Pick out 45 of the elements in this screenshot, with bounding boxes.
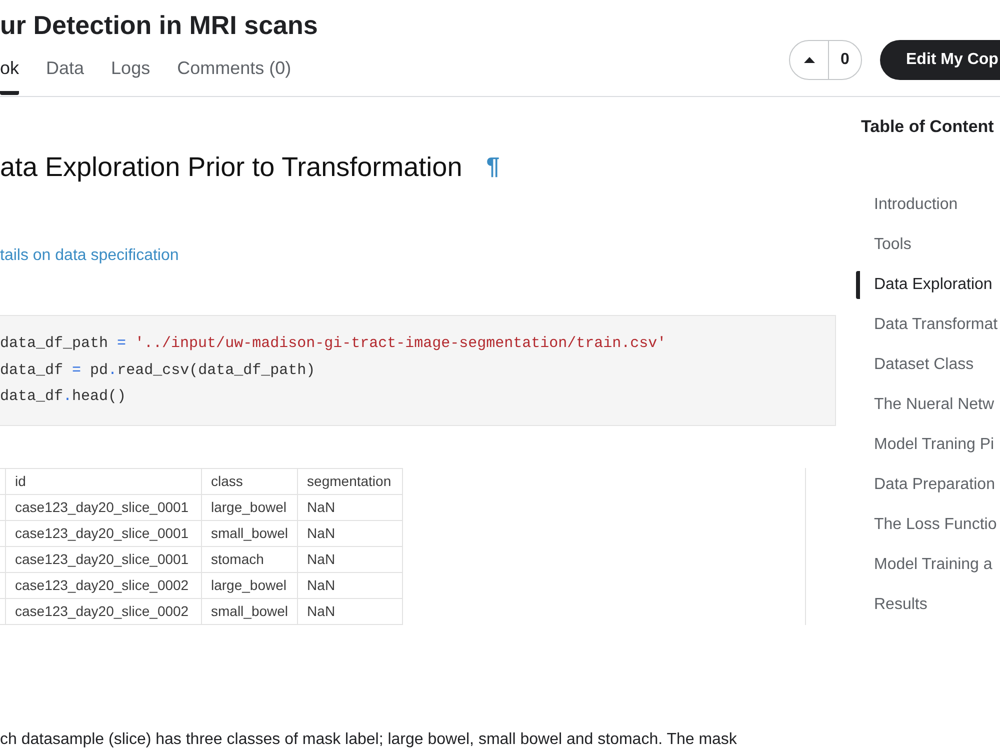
table-cell: case123_day20_slice_0001 <box>6 494 202 520</box>
toc-item[interactable]: Data Exploration <box>856 271 1000 299</box>
table-cell: NaN <box>298 572 403 598</box>
table-cell: NaN <box>298 598 403 624</box>
tab[interactable]: Data <box>46 56 84 95</box>
anchor-link[interactable]: ¶ <box>486 152 500 182</box>
toc-item[interactable]: Model Training a <box>856 551 1000 579</box>
table-cell: small_bowel <box>202 598 298 624</box>
toc-item[interactable]: Results <box>856 591 1000 619</box>
triangle-up-icon <box>804 57 814 63</box>
section-heading: ata Exploration Prior to Transformation <box>0 151 462 184</box>
spec-link[interactable]: tails on data specification <box>0 246 179 266</box>
table-cell: case123_day20_slice_0001 <box>6 520 202 546</box>
code-line: data_df.head() <box>0 387 128 407</box>
tab[interactable]: Comments (0) <box>177 56 292 95</box>
table-cell: case123_day20_slice_0002 <box>6 598 202 624</box>
tab[interactable]: Logs <box>111 56 150 95</box>
toc-item[interactable]: Introduction <box>856 191 1000 219</box>
code-line: data_df = pd.read_csv(data_df_path) <box>0 360 316 380</box>
code-line: data_df_path = '../input/uw-madison-gi-tract-image-segmentation/train.csv' <box>0 334 668 354</box>
toc-item[interactable]: Model Traning Pi <box>856 431 1000 459</box>
edit-copy-button[interactable]: Edit My Cop <box>880 40 1000 80</box>
table-cell: NaN <box>298 494 403 520</box>
table-cell: NaN <box>298 546 403 572</box>
toc-item[interactable]: Data Preparation <box>856 471 1000 499</box>
table-cell: large_bowel <box>202 494 298 520</box>
toc-item[interactable]: Tools <box>856 231 1000 259</box>
column-header: class <box>202 468 298 494</box>
toc-title: Table of Content <box>861 116 995 138</box>
table-cell: stomach <box>202 546 298 572</box>
column-header: id <box>6 468 202 494</box>
table-cell: case123_day20_slice_0001 <box>6 546 202 572</box>
toc-item[interactable]: The Loss Functio <box>856 511 1000 539</box>
toc-item[interactable]: Dataset Class <box>856 351 1000 379</box>
table-cell: small_bowel <box>202 520 298 546</box>
table-cell: NaN <box>298 520 403 546</box>
toc-item[interactable]: Data Transformat <box>856 311 1000 339</box>
table-cell: large_bowel <box>202 572 298 598</box>
upvote-count: 0 <box>840 50 850 70</box>
body-paragraph: ch datasample (slice) has three classes of mask label; large bowel, small bowel and stomach. The mask <box>0 730 738 750</box>
tab[interactable]: ok <box>0 56 20 95</box>
table-cell: case123_day20_slice_0002 <box>6 572 202 598</box>
notebook-title: ur Detection in MRI scans <box>0 9 318 41</box>
column-header: segmentation <box>298 468 403 494</box>
toc-item[interactable]: The Nueral Netw <box>856 391 1000 419</box>
